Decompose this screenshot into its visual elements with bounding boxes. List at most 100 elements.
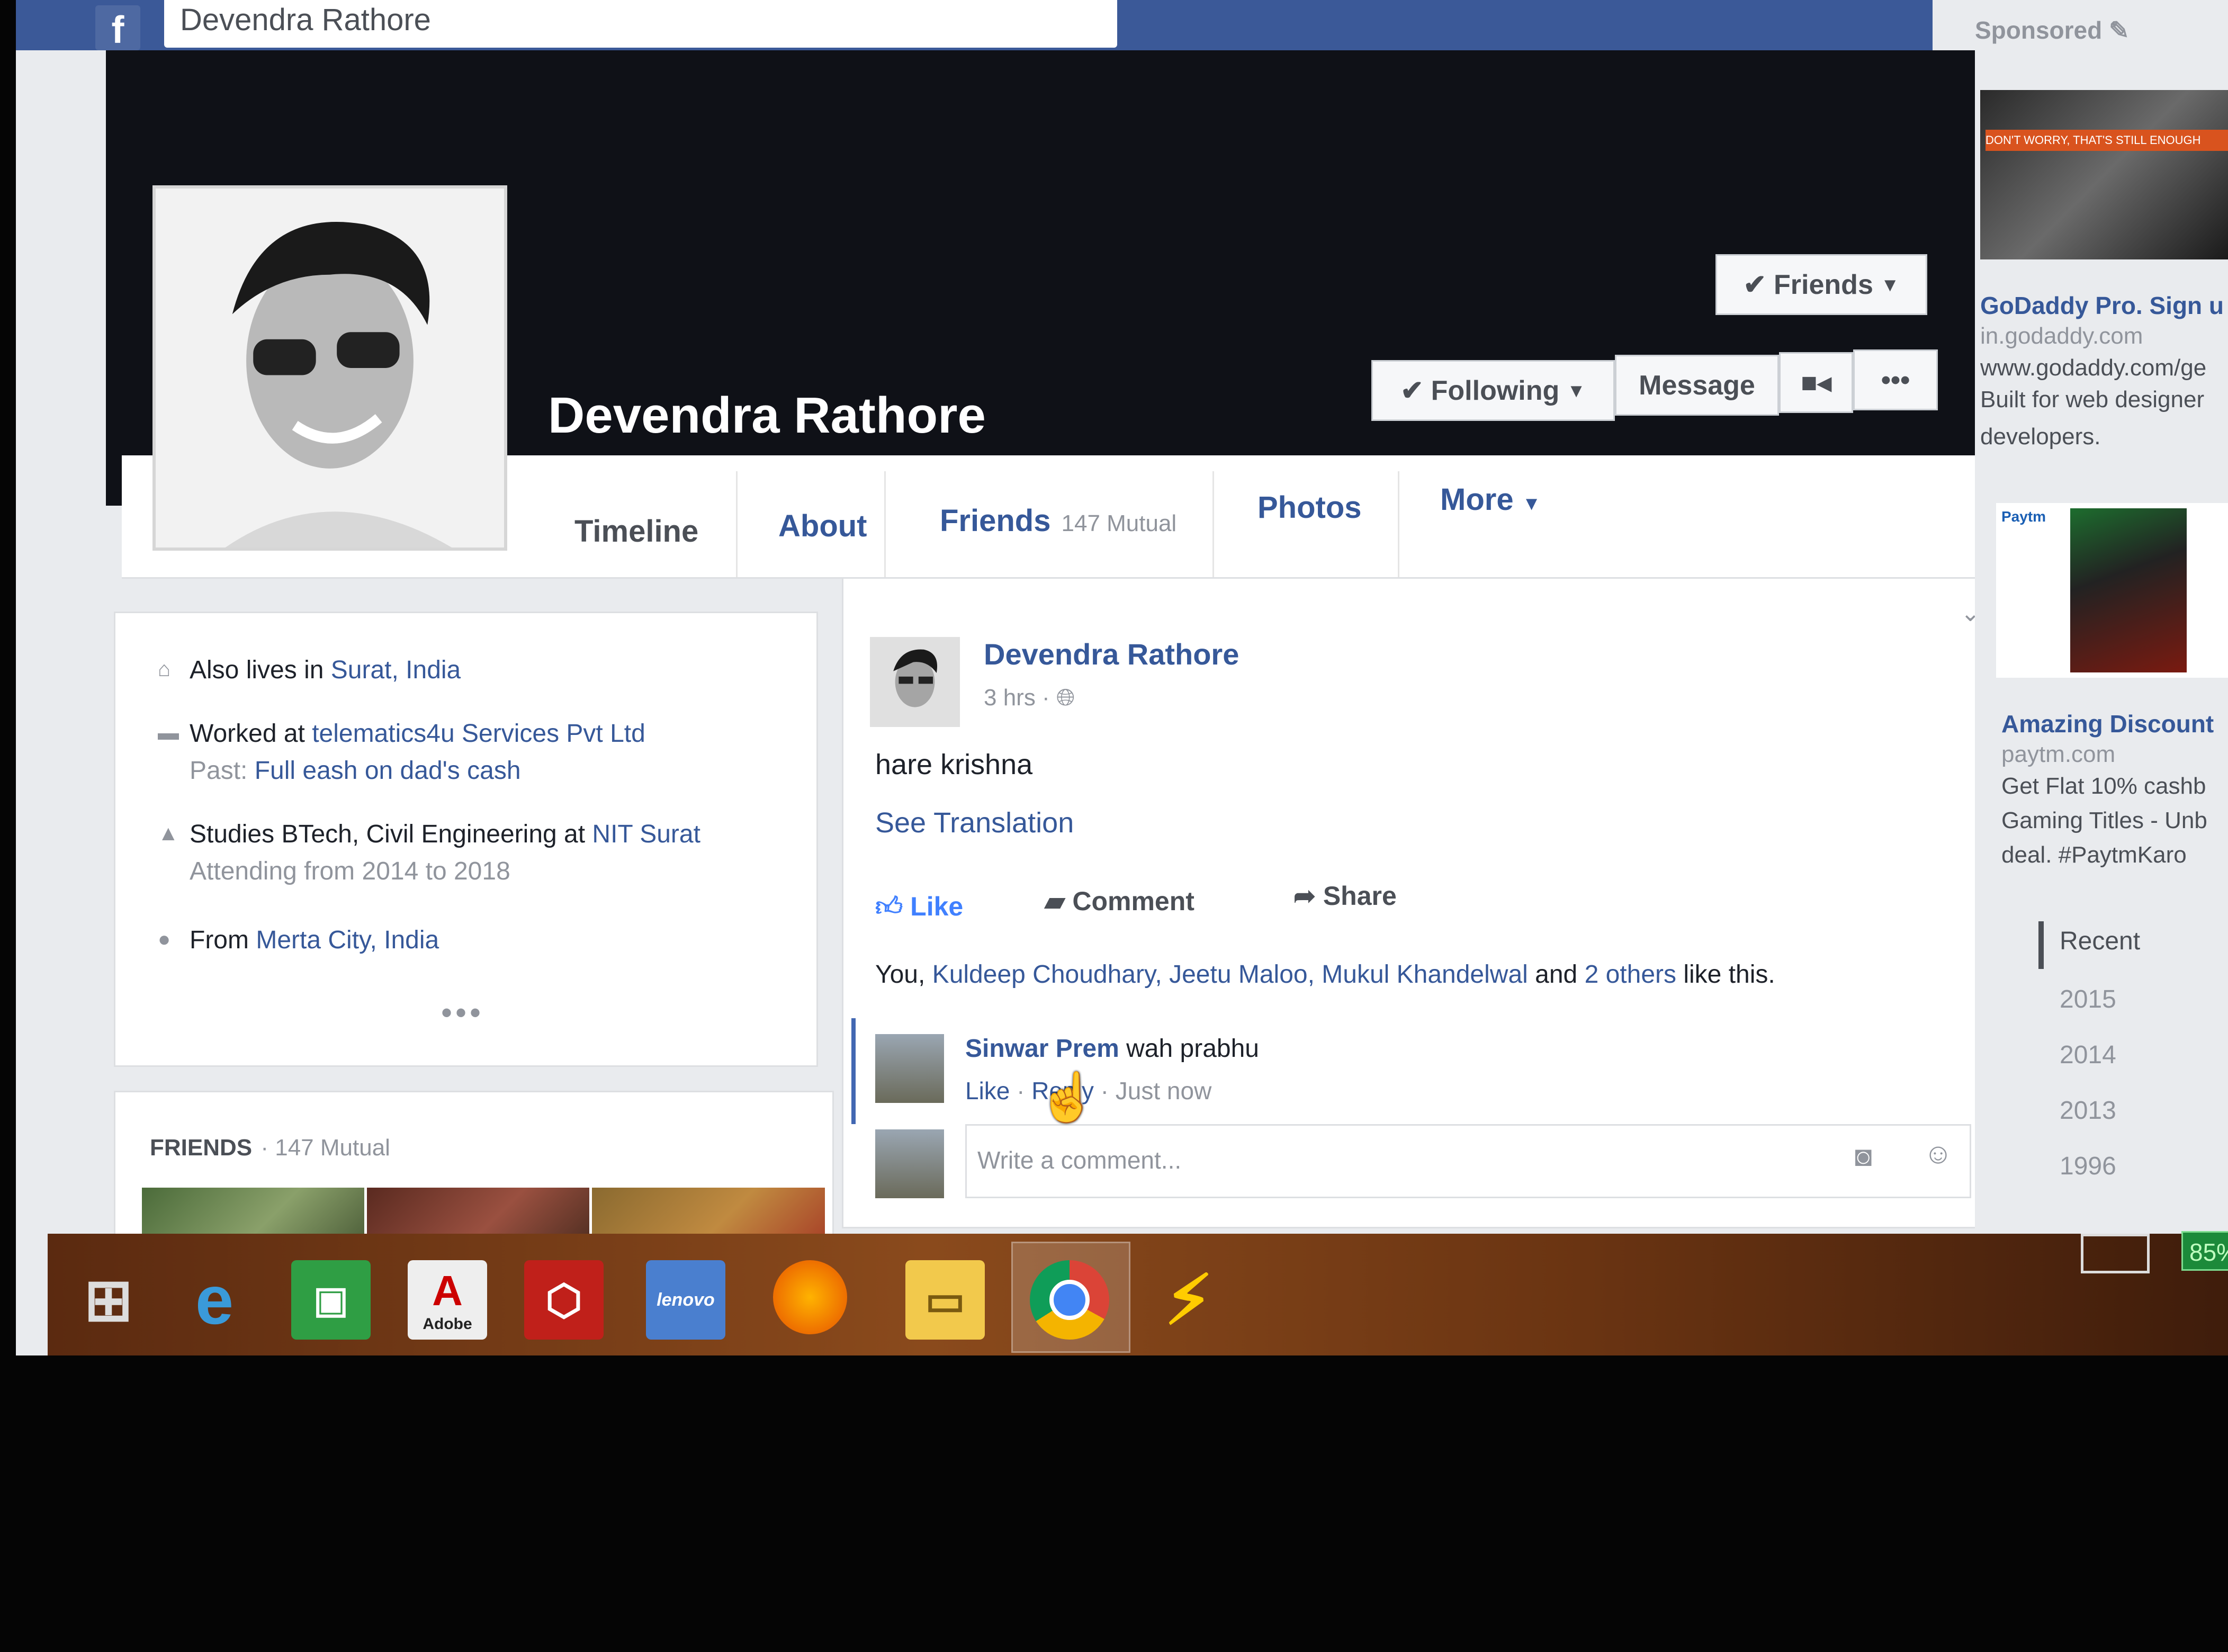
lenovo-app-icon[interactable]: lenovo — [646, 1260, 725, 1340]
post-likes-summary: You, Kuldeep Choudhary, Jeetu Maloo, Muk… — [875, 960, 1775, 989]
tab-friends-label: Friends — [940, 504, 1051, 538]
chrome-icon[interactable] — [1030, 1260, 1109, 1340]
tab-photos[interactable]: Photos — [1257, 490, 1362, 525]
ad-text-line: www.godaddy.com/ge — [1980, 355, 2207, 381]
commenter-avatar[interactable] — [875, 1034, 944, 1103]
check-icon: ✔ — [1400, 375, 1424, 406]
ad-title-godaddy[interactable]: GoDaddy Pro. Sign u — [1980, 291, 2224, 320]
internet-explorer-icon[interactable]: e — [175, 1260, 254, 1340]
ad-text-line: deal. #PaytmKaro — [2001, 842, 2187, 868]
intro-work-link[interactable]: telematics4u Services Pvt Ltd — [312, 720, 645, 748]
post-author-name[interactable]: Devendra Rathore — [984, 637, 1239, 671]
year-2013[interactable]: 2013 — [2060, 1096, 2116, 1125]
camera-icon[interactable]: ◙ — [1855, 1140, 1872, 1173]
intro-past-text: Past: — [190, 757, 255, 785]
ad-image-godaddy[interactable]: DON'T WORRY, THAT'S STILL ENOUGH — [1980, 90, 2228, 259]
location-pin-icon: ● — [158, 928, 171, 951]
see-translation-link[interactable]: See Translation — [875, 806, 1074, 839]
post-time-text: 3 hrs · — [984, 685, 1050, 711]
likes-others-link[interactable]: 2 others — [1585, 960, 1676, 989]
intro-work-text: Worked at — [190, 720, 312, 748]
intro-study-link[interactable]: NIT Surat — [592, 820, 700, 848]
3d-box-app-icon[interactable]: ⬡ — [524, 1260, 604, 1340]
message-button[interactable]: Message — [1615, 355, 1779, 416]
friends-button-label: Friends — [1774, 269, 1873, 300]
ad-title-paytm[interactable]: Amazing Discount — [2001, 710, 2214, 738]
profile-photo-image — [156, 188, 504, 547]
create-ad-icon[interactable]: ✎ — [2109, 16, 2130, 44]
emoji-icon[interactable]: ☺ — [1924, 1137, 1953, 1170]
file-explorer-icon[interactable]: ▭ — [905, 1260, 985, 1340]
ad-image-paytm[interactable]: Paytm — [1996, 503, 2228, 678]
intro-study-sub: Attending from 2014 to 2018 — [190, 857, 510, 885]
windows-taskbar — [48, 1234, 2228, 1355]
search-input[interactable]: Devendra Rathore — [164, 0, 1117, 48]
ad-domain-paytm: paytm.com — [2001, 741, 2116, 767]
comment-time[interactable]: Just now — [1116, 1077, 1212, 1105]
hand-cursor-icon: ☝ — [1038, 1071, 1098, 1124]
friends-section-title[interactable]: FRIENDS · 147 Mutual — [150, 1135, 390, 1161]
year-1996[interactable]: 1996 — [2060, 1152, 2116, 1181]
intro-more-icon[interactable]: ••• — [441, 994, 484, 1031]
ad-text-line: Get Flat 10% cashb — [2001, 773, 2206, 799]
comment-button[interactable]: ▰ Comment — [1045, 886, 1194, 917]
flash-app-icon[interactable]: ⚡︎ — [1149, 1260, 1228, 1340]
comment-bubble-icon: ▰ — [1045, 886, 1065, 916]
adobe-logo-icon: A — [432, 1267, 463, 1314]
tab-timeline[interactable]: Timeline — [574, 514, 698, 549]
windows-store-icon[interactable]: ▣ — [291, 1260, 371, 1340]
friends-button[interactable]: ✔ Friends ▼ — [1715, 254, 1927, 315]
year-recent[interactable]: Recent — [2060, 927, 2140, 956]
intro-work: ▬ Worked at telematics4u Services Pvt Lt… — [158, 719, 645, 748]
adobe-reader-icon[interactable]: A Adobe — [408, 1260, 487, 1340]
ad-text-line: Gaming Titles - Unb — [2001, 807, 2207, 833]
intro-card: ⌂ Also lives in Surat, India ▬ Worked at… — [114, 612, 818, 1067]
windows-start-icon[interactable]: ⊞ — [69, 1260, 148, 1340]
more-options-button[interactable]: ••• — [1853, 349, 1938, 410]
thumbs-up-icon: 👍︎ — [875, 892, 903, 921]
timeline-year-indicator — [2038, 921, 2044, 969]
tab-more[interactable]: More ▼ — [1440, 482, 1541, 517]
like-button-label: Like — [910, 892, 964, 921]
intro-from: ● From Merta City, India — [158, 926, 439, 955]
intro-past-link[interactable]: Full eash on dad's cash — [255, 757, 521, 785]
paytm-logo: Paytm — [2001, 508, 2046, 525]
right-sidebar: Sponsored ✎ DON'T WORRY, THAT'S STILL EN… — [1975, 0, 2228, 1355]
likes-names-link[interactable]: Kuldeep Choudhary, Jeetu Maloo, Mukul Kh… — [932, 960, 1528, 989]
commenter-name[interactable]: Sinwar Prem — [965, 1035, 1119, 1063]
facebook-top-bar: f Devendra Rathore — [16, 0, 1933, 51]
share-arrow-icon: ➦ — [1293, 881, 1316, 911]
check-icon: ✔ — [1743, 269, 1767, 300]
author-avatar-image — [893, 649, 938, 707]
comment-button-label: Comment — [1072, 886, 1194, 916]
graduation-cap-icon: ▲ — [158, 822, 179, 845]
post-author-avatar[interactable] — [870, 637, 960, 727]
firefox-icon[interactable] — [773, 1260, 847, 1334]
following-button[interactable]: ✔ Following ▼ — [1371, 360, 1615, 421]
battery-indicator[interactable]: 85% — [2181, 1231, 2228, 1271]
share-button-label: Share — [1323, 881, 1397, 911]
profile-picture[interactable] — [152, 185, 507, 551]
intro-lives-link[interactable]: Surat, India — [331, 656, 461, 684]
comment-like-link[interactable]: Like — [965, 1077, 1010, 1105]
tab-about[interactable]: About — [778, 508, 867, 544]
intro-study-text: Studies BTech, Civil Engineering at — [190, 820, 592, 848]
comment-input[interactable]: Write a comment... — [965, 1124, 1971, 1198]
intro-lives-text: Also lives in — [190, 656, 331, 684]
video-camera-icon: ■◂ — [1801, 367, 1831, 398]
touch-keyboard-icon[interactable] — [2081, 1234, 2150, 1273]
year-2014[interactable]: 2014 — [2060, 1040, 2116, 1070]
video-call-button[interactable]: ■◂ — [1779, 352, 1853, 413]
likes-and: and — [1528, 960, 1585, 989]
facebook-logo-icon[interactable]: f — [95, 5, 140, 51]
ad-banner-text: DON'T WORRY, THAT'S STILL ENOUGH — [1986, 130, 2228, 151]
caret-down-icon: ▼ — [1567, 379, 1586, 401]
like-button[interactable]: 👍︎ Like — [875, 891, 963, 923]
intro-from-link[interactable]: Merta City, India — [256, 926, 439, 954]
post-timestamp[interactable]: 3 hrs · 🌐︎ — [984, 685, 1075, 711]
share-button[interactable]: ➦ Share — [1293, 881, 1397, 911]
year-2015[interactable]: 2015 — [2060, 985, 2116, 1014]
tab-more-label: More — [1440, 482, 1514, 517]
tab-friends[interactable]: Friends 147 Mutual — [940, 503, 1176, 538]
nav-divider — [736, 471, 738, 577]
